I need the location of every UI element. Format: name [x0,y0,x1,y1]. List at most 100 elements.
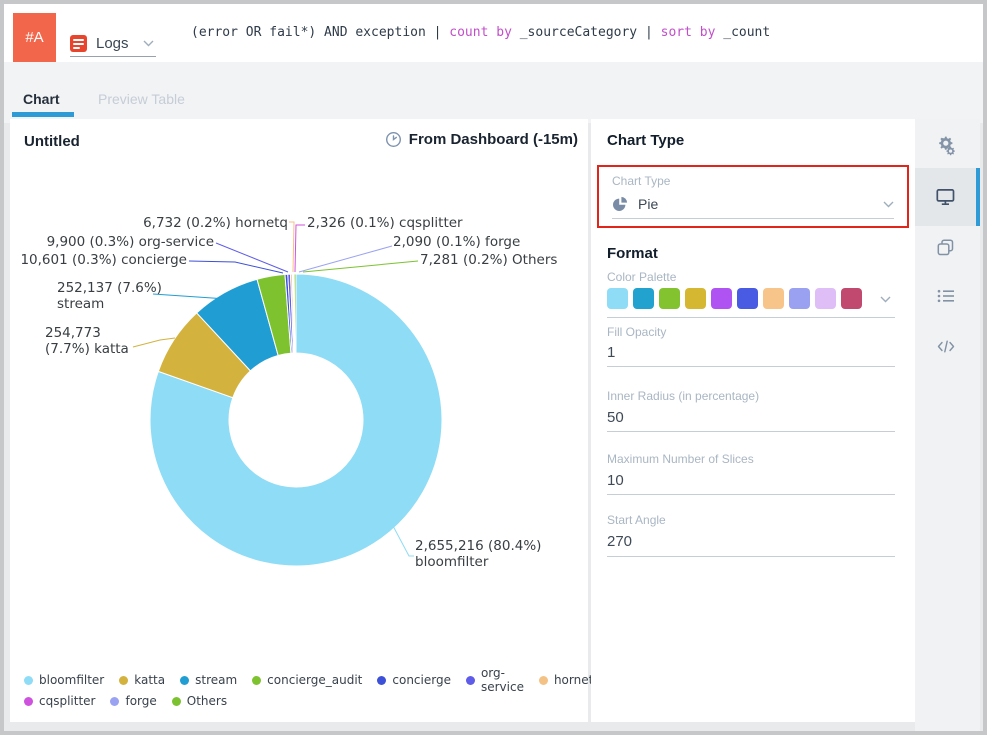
settings-toolbar [915,119,980,735]
legend-dot [180,676,189,685]
legend-item-cqsplitter[interactable]: cqsplitter [24,694,95,708]
fill-opacity-label: Fill Opacity [607,325,666,339]
palette-swatch [815,288,836,309]
gears-icon [935,136,957,156]
palette-swatch [789,288,810,309]
field-underline [607,494,895,495]
chart-type-field-highlight: Chart Type Pie [597,165,909,228]
max-slices-input[interactable]: 10 [607,472,624,489]
legend-item-bloomfilter[interactable]: bloomfilter [24,673,104,687]
legend-item-stream[interactable]: stream [180,673,237,687]
legend-dot [172,697,181,706]
legend-dot [119,676,128,685]
legend-item-org-service[interactable]: org-service [466,666,524,694]
pie-chart [10,119,588,722]
legend-dot [466,676,475,685]
copy-icon [937,239,954,256]
leader-line-stream [153,294,227,299]
field-underline [607,317,895,318]
panel-badge: #A [13,13,56,62]
fill-opacity-input[interactable]: 1 [607,344,615,361]
query-segment: _count [715,25,770,40]
pie-label-others: 7,281 (0.2%) Others [420,252,557,268]
chart-legend-row-2: cqsplitter forge Others [24,694,227,708]
chart-type-select[interactable]: Pie [612,193,894,215]
chart-type-field-label: Chart Type [612,174,670,188]
code-view-button[interactable] [915,324,976,368]
legend-dot [539,676,548,685]
donut-slices [150,274,442,566]
chart-settings-panel: Chart Type Chart Type Pie Format Color P… [591,119,915,722]
legend-label: concierge_audit [267,673,362,687]
chevron-down-icon [143,40,154,47]
color-palette-select[interactable] [607,288,862,309]
legend-label: katta [134,673,165,687]
legend-item-forge[interactable]: forge [110,694,156,708]
legend-label: cqsplitter [39,694,95,708]
field-underline [607,366,895,367]
legend-label: forge [125,694,156,708]
start-angle-input[interactable]: 270 [607,533,632,550]
palette-swatch [841,288,862,309]
legend-item-concierge[interactable]: concierge [377,673,451,687]
palette-swatch [711,288,732,309]
leader-line-katta [133,338,175,347]
legend-item-katta[interactable]: katta [119,673,165,687]
chevron-down-icon [883,201,894,208]
legend-label: concierge [392,673,451,687]
code-icon [937,340,955,353]
legend-dot [24,676,33,685]
source-type-select[interactable]: Logs [70,30,156,57]
leader-line-concierge [189,261,283,273]
query-segment: count by [449,25,512,40]
inner-radius-label: Inner Radius (in percentage) [607,389,759,403]
pie-label-stream: 252,137 (7.6%)stream [57,280,162,312]
panel-editor-window: #A Logs (error OR fail*) AND exception |… [0,0,987,735]
chart-type-heading: Chart Type [607,132,684,149]
palette-swatch [685,288,706,309]
tab-bar: Chart Preview Table [4,62,983,123]
pie-label-org-service: 9,900 (0.3%) org-service [47,234,214,250]
duplicate-panel-button[interactable] [915,225,976,269]
chart-panel: Untitled From Dashboard (-15m) 6,7 [10,119,588,722]
legend-settings-button[interactable] [915,274,976,318]
field-underline [607,431,895,432]
tab-chart[interactable]: Chart [23,91,60,107]
top-query-bar: #A Logs (error OR fail*) AND exception |… [4,4,983,62]
pie-label-forge: 2,090 (0.1%) forge [393,234,520,250]
max-slices-label: Maximum Number of Slices [607,452,754,466]
query-input[interactable]: (error OR fail*) AND exception | count b… [191,25,931,40]
source-type-label: Logs [96,35,129,52]
legend-label: org-service [481,666,524,694]
palette-swatch [633,288,654,309]
palette-swatch [659,288,680,309]
legend-item-concierge_audit[interactable]: concierge_audit [252,673,362,687]
query-segment: (error OR fail*) AND exception | [191,25,449,40]
pie-label-concierge: 10,601 (0.3%) concierge [20,252,187,268]
color-palette-label: Color Palette [607,270,676,284]
field-underline [607,556,895,557]
palette-swatch [737,288,758,309]
field-underline [612,218,894,219]
query-segment: _sourceCategory | [512,25,661,40]
logs-icon [70,35,87,52]
chart-legend-row-1: bloomfilter katta stream concierge_audit con… [24,666,601,694]
general-settings-button[interactable] [915,124,976,168]
chart-type-value: Pie [638,196,883,212]
leader-line-hornetq [289,222,294,272]
legend-item-Others[interactable]: Others [172,694,227,708]
legend-dot [252,676,261,685]
monitor-icon [936,188,955,206]
palette-swatch [607,288,628,309]
legend-label: stream [195,673,237,687]
chevron-down-icon [880,296,891,303]
display-settings-button[interactable] [915,175,976,219]
pie-label-katta: 254,773(7.7%) katta [45,325,129,357]
tab-preview-table[interactable]: Preview Table [98,91,185,107]
legend-label: bloomfilter [39,673,104,687]
format-heading: Format [607,245,658,262]
list-icon [937,289,955,303]
inner-radius-input[interactable]: 50 [607,409,624,426]
active-tool-indicator [976,168,980,226]
legend-dot [377,676,386,685]
